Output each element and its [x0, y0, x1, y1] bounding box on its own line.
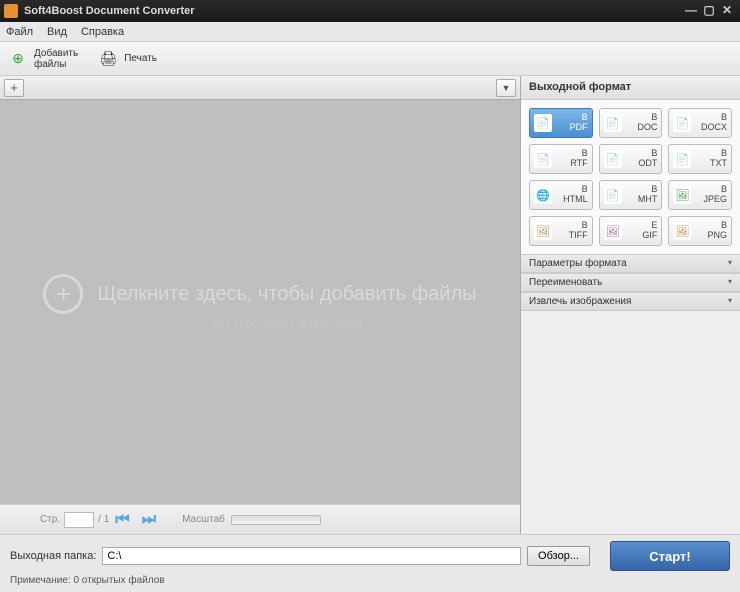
- content: + ▼ + Щелкните здесь, чтобы добавить фай…: [0, 76, 740, 534]
- format-txt-button[interactable]: 📄ВTXT: [668, 144, 732, 174]
- pager: Стр. / 1 ⏮ ⏭ Масштаб: [0, 504, 520, 534]
- format-html-button[interactable]: 🌐ВHTML: [529, 180, 593, 210]
- format-gif-button[interactable]: 🖼EGIF: [599, 216, 663, 246]
- menu-help[interactable]: Справка: [81, 26, 124, 38]
- drop-subtext: или перетащите файлы сюда: [212, 318, 363, 330]
- accordion-0[interactable]: Параметры формата▾: [521, 254, 740, 273]
- maximize-button[interactable]: ▢: [700, 3, 718, 19]
- txt-icon: 📄: [673, 150, 691, 168]
- page-label: Стр.: [40, 514, 60, 525]
- format-mht-button[interactable]: 📄ВMHT: [599, 180, 663, 210]
- pdf-icon: 📄: [534, 114, 552, 132]
- add-files-icon: ⊕: [8, 49, 28, 69]
- drop-area[interactable]: + Щелкните здесь, чтобы добавить файлы и…: [0, 100, 520, 504]
- menubar: Файл Вид Справка: [0, 22, 740, 42]
- format-docx-button[interactable]: 📄ВDOCX: [668, 108, 732, 138]
- tab-dropdown-button[interactable]: ▼: [496, 79, 516, 97]
- app-window: Soft4Boost Document Converter — ▢ ✕ Файл…: [0, 0, 740, 592]
- format-pdf-button[interactable]: 📄ВPDF: [529, 108, 593, 138]
- jpeg-icon: 🖼: [673, 186, 691, 204]
- app-icon: [4, 4, 18, 18]
- drop-text: Щелкните здесь, чтобы добавить файлы: [97, 283, 476, 306]
- tab-strip: + ▼: [0, 76, 520, 100]
- add-tab-button[interactable]: +: [4, 79, 24, 97]
- page-total: / 1: [98, 514, 109, 525]
- output-format-header: Выходной формат: [521, 76, 740, 100]
- page-input[interactable]: [64, 512, 94, 528]
- chevron-down-icon: ▾: [728, 277, 732, 288]
- minimize-button[interactable]: —: [682, 3, 700, 19]
- print-button[interactable]: 🖨 Печать: [98, 49, 157, 69]
- accordion-2[interactable]: Извлечь изображения▾: [521, 292, 740, 311]
- docx-icon: 📄: [673, 114, 691, 132]
- right-pane: Выходной формат 📄ВPDF📄ВDOC📄ВDOCX 📄ВRTF📄ВO…: [521, 76, 740, 534]
- tiff-icon: 🖼: [534, 222, 552, 240]
- html-icon: 🌐: [534, 186, 552, 204]
- format-grid: 📄ВPDF📄ВDOC📄ВDOCX 📄ВRTF📄ВODT📄ВTXT 🌐ВHTML📄ВM…: [521, 100, 740, 254]
- format-doc-button[interactable]: 📄ВDOC: [599, 108, 663, 138]
- format-jpeg-button[interactable]: 🖼ВJPEG: [668, 180, 732, 210]
- browse-button[interactable]: Обзор...: [527, 546, 590, 566]
- chevron-down-icon: ▾: [728, 296, 732, 307]
- zoom-label: Масштаб: [182, 514, 225, 525]
- titlebar[interactable]: Soft4Boost Document Converter — ▢ ✕: [0, 0, 740, 22]
- menu-view[interactable]: Вид: [47, 26, 67, 38]
- gif-icon: 🖼: [604, 222, 622, 240]
- format-rtf-button[interactable]: 📄ВRTF: [529, 144, 593, 174]
- first-page-icon[interactable]: ⏮: [115, 511, 129, 529]
- last-page-icon[interactable]: ⏭: [142, 511, 156, 529]
- format-tiff-button[interactable]: 🖼ВTIFF: [529, 216, 593, 246]
- app-title: Soft4Boost Document Converter: [24, 5, 195, 17]
- rtf-icon: 📄: [534, 150, 552, 168]
- format-png-button[interactable]: 🖼ВPNG: [668, 216, 732, 246]
- output-dir-input[interactable]: [102, 547, 521, 565]
- odt-icon: 📄: [604, 150, 622, 168]
- output-dir-label: Выходная папка:: [10, 550, 96, 562]
- footer: Выходная папка: Обзор... Старт! Примечан…: [0, 534, 740, 592]
- printer-icon: 🖨: [98, 49, 118, 69]
- menu-file[interactable]: Файл: [6, 26, 33, 38]
- chevron-down-icon: ▾: [728, 258, 732, 269]
- add-plus-icon: +: [43, 274, 83, 314]
- footer-note: Примечание: 0 открытых файлов: [10, 575, 730, 586]
- zoom-slider[interactable]: [231, 515, 321, 525]
- left-pane: + ▼ + Щелкните здесь, чтобы добавить фай…: [0, 76, 521, 534]
- toolbar: ⊕ Добавить файлы 🖨 Печать: [0, 42, 740, 76]
- close-button[interactable]: ✕: [718, 3, 736, 19]
- format-odt-button[interactable]: 📄ВODT: [599, 144, 663, 174]
- accordion-1[interactable]: Переименовать▾: [521, 273, 740, 292]
- png-icon: 🖼: [673, 222, 691, 240]
- mht-icon: 📄: [604, 186, 622, 204]
- doc-icon: 📄: [604, 114, 622, 132]
- add-files-button[interactable]: ⊕ Добавить файлы: [8, 48, 78, 70]
- start-button[interactable]: Старт!: [610, 541, 730, 571]
